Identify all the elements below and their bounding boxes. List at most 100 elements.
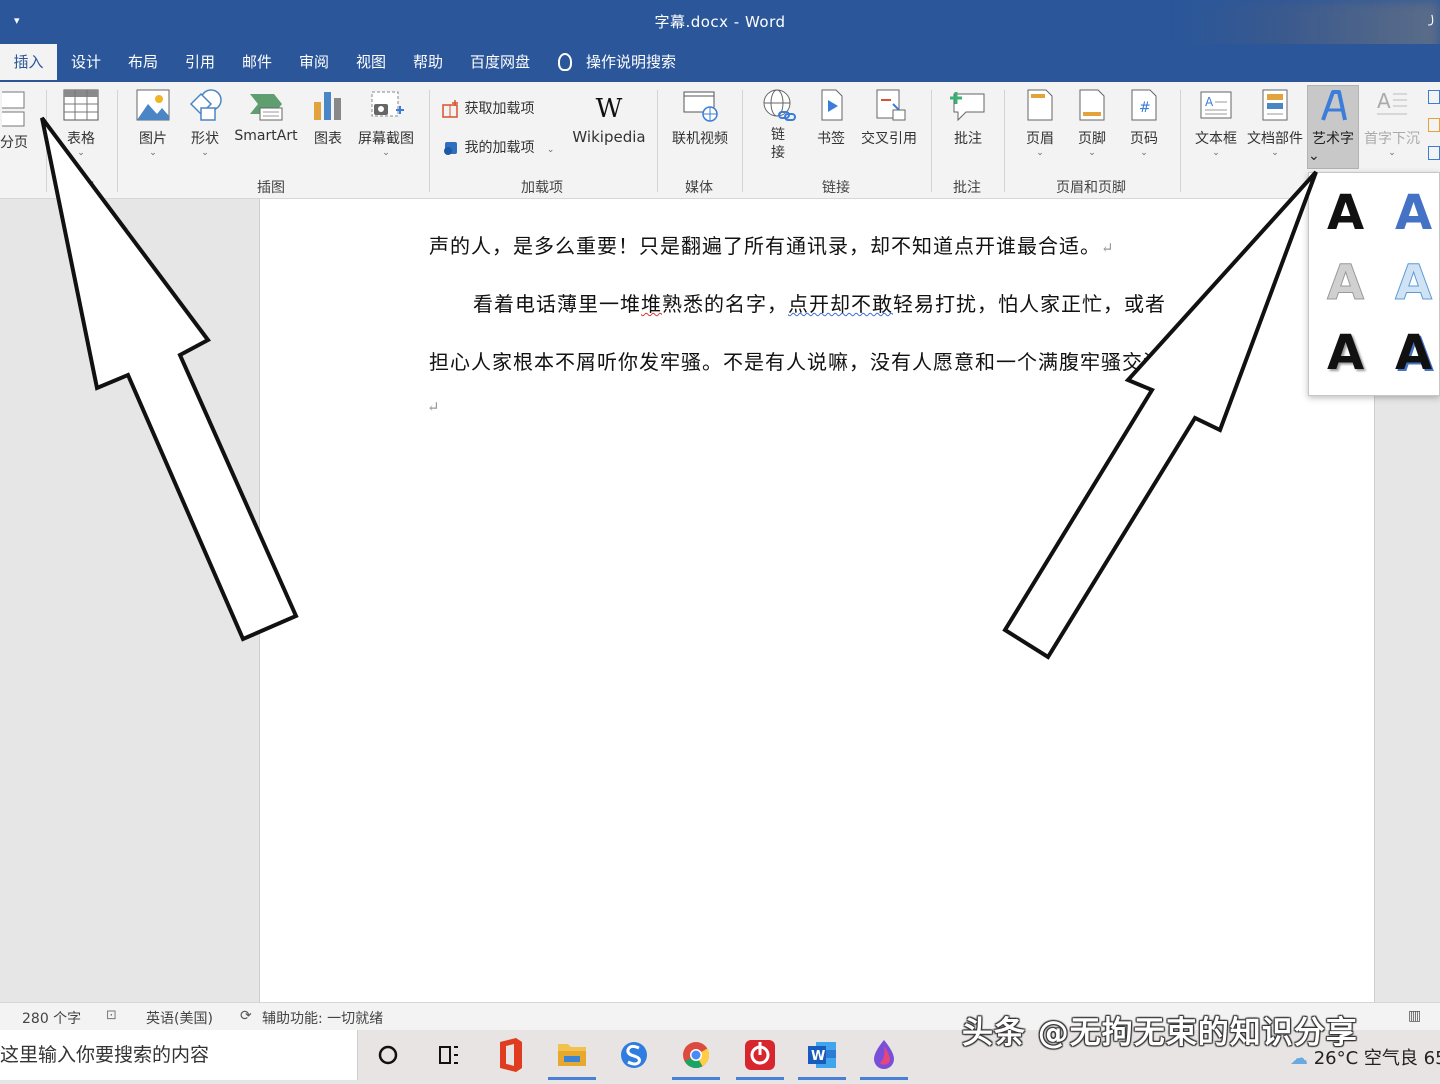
svg-text:W: W: [811, 1049, 825, 1064]
wordart-style-gray-outline[interactable]: A: [1326, 259, 1364, 308]
tab-layout[interactable]: 布局: [119, 44, 167, 82]
document-page[interactable]: 声的人，是多么重要！只是翻遍了所有通讯录，却不知道点开谁最合适。↵ 看着电话薄里…: [260, 199, 1374, 1002]
window-control-edge[interactable]: ꠸: [1430, 12, 1434, 29]
tab-view[interactable]: 视图: [347, 44, 395, 82]
doc-line-1[interactable]: 声的人，是多么重要！只是翻遍了所有通讯录，却不知道点开谁最合适。↵: [429, 230, 1115, 259]
tab-mailings[interactable]: 邮件: [233, 44, 281, 82]
wikipedia-label: Wikipedia: [572, 128, 646, 146]
wordart-style-black-shadow[interactable]: A: [1327, 329, 1364, 377]
chrome-button[interactable]: [668, 1030, 724, 1080]
doc-line-2-text-a: 看着电话薄里一堆: [473, 292, 641, 316]
header-icon: [1027, 89, 1053, 121]
tell-me-search[interactable]: 操作说明搜索: [558, 44, 676, 82]
link-globe-icon: [763, 89, 796, 121]
wordart-style-black-blue-shadow[interactable]: A: [1395, 329, 1432, 377]
word-icon: W: [808, 1042, 836, 1068]
shapes-button[interactable]: 形状 ⌄: [182, 88, 228, 158]
chart-button[interactable]: 图表: [306, 88, 350, 148]
quick-parts-button[interactable]: 文档部件 ⌄: [1244, 88, 1306, 158]
table-label: 表格: [67, 131, 95, 147]
bookmark-button[interactable]: 书签: [810, 88, 852, 148]
online-video-button[interactable]: 联机视频: [668, 88, 732, 148]
link-label-1: 链: [771, 127, 785, 143]
doc-line-2[interactable]: 看着电话薄里一堆堆熟悉的名字，点开却不敢轻易打扰，怕人家正忙，或者: [473, 288, 1166, 317]
wordart-button[interactable]: 艺术字 ⌄: [1307, 85, 1359, 169]
drop-cap-label: 首字下沉: [1364, 131, 1420, 147]
page-break-icon: [2, 91, 25, 127]
group-label-table: 表格: [67, 180, 95, 196]
quick-parts-icon: [1262, 89, 1288, 121]
cross-reference-icon: [876, 89, 906, 121]
header-button[interactable]: 页眉 ⌄: [1018, 88, 1062, 158]
screenshot-button[interactable]: 屏幕截图 ⌄: [352, 88, 420, 158]
ribbon-overflow-icons[interactable]: [1428, 90, 1440, 160]
doc-empty-paragraph[interactable]: ↵: [427, 393, 441, 417]
read-mode-icon[interactable]: ▥: [1408, 1008, 1421, 1024]
tab-insert[interactable]: 插入: [0, 44, 57, 82]
tab-help[interactable]: 帮助: [404, 44, 452, 82]
wordart-style-blue[interactable]: A: [1395, 189, 1432, 237]
word-app-button[interactable]: W: [794, 1030, 850, 1080]
doc-line-3-text: 担心人家根本不屑听你发牢骚。不是有人说嘛，没有人愿意和一个满腹牢骚交流。。: [429, 350, 1196, 374]
comment-label: 批注: [954, 131, 982, 147]
wikipedia-button[interactable]: W Wikipedia: [572, 92, 646, 146]
tab-references[interactable]: 引用: [176, 44, 224, 82]
doc-line-3[interactable]: 担心人家根本不屑听你发牢骚。不是有人说嘛，没有人愿意和一个满腹牢骚交流。。↵: [429, 346, 1211, 375]
cross-reference-label: 交叉引用: [861, 131, 917, 147]
language-indicator[interactable]: 英语(美国): [146, 1008, 213, 1028]
my-addins-button[interactable]: 我的加载项 ⌄: [442, 137, 568, 157]
grammar-flag-phrase[interactable]: 点开却不敢: [788, 292, 893, 316]
netease-music-button[interactable]: [732, 1030, 788, 1080]
proofing-icon[interactable]: ⊡: [106, 1008, 117, 1023]
textbox-button[interactable]: A 文本框 ⌄: [1190, 88, 1242, 158]
cortana-button[interactable]: [360, 1030, 416, 1080]
cross-reference-button[interactable]: 交叉引用: [856, 88, 922, 148]
taskbar-search-input[interactable]: 这里输入你要搜索的内容: [0, 1030, 358, 1080]
comment-button[interactable]: 批注: [944, 88, 992, 148]
smartart-label: SmartArt: [234, 128, 298, 144]
sogou-app-button[interactable]: [606, 1030, 662, 1080]
office-app-button[interactable]: [482, 1030, 538, 1080]
drop-cap-button[interactable]: A 首字下沉 ⌄: [1360, 88, 1424, 158]
page-break-button[interactable]: 分页: [0, 90, 28, 152]
chart-icon: [314, 92, 341, 120]
footer-button[interactable]: 页脚 ⌄: [1070, 88, 1114, 158]
taskbar-search-placeholder: 这里输入你要搜索的内容: [0, 1044, 210, 1066]
tab-review[interactable]: 审阅: [290, 44, 338, 82]
picture-label: 图片: [139, 131, 167, 147]
chart-label: 图表: [314, 131, 342, 147]
picture-icon: [136, 89, 170, 121]
link-button[interactable]: 链 接: [756, 88, 800, 162]
group-label-links: 链接: [822, 180, 850, 196]
paint-app-button[interactable]: [856, 1030, 912, 1080]
tab-design[interactable]: 设计: [62, 44, 110, 82]
quick-parts-label: 文档部件: [1247, 131, 1303, 147]
picture-button[interactable]: 图片 ⌄: [130, 88, 176, 158]
smartart-button[interactable]: SmartArt: [232, 88, 300, 144]
table-button[interactable]: 表格 ⌄: [58, 88, 104, 158]
task-view-button[interactable]: [420, 1030, 476, 1080]
paragraph-mark: ↵: [427, 398, 441, 416]
get-addins-button[interactable]: 获取加载项: [442, 98, 552, 118]
spelling-error-word[interactable]: 堆: [641, 292, 662, 316]
tab-baidu-netdisk[interactable]: 百度网盘: [461, 44, 539, 82]
file-explorer-button[interactable]: [544, 1030, 600, 1080]
wordart-style-black[interactable]: A: [1327, 189, 1364, 237]
wordart-style-light-blue[interactable]: A: [1394, 259, 1432, 308]
shapes-label: 形状: [191, 131, 219, 147]
tell-me-label: 操作说明搜索: [586, 53, 677, 71]
wordart-gallery: A A A A A A: [1308, 172, 1440, 396]
accessibility-status[interactable]: 辅助功能: 一切就绪: [262, 1008, 383, 1028]
word-count[interactable]: 280 个字: [22, 1008, 81, 1028]
paragraph-mark: ↵: [1196, 355, 1210, 373]
screenshot-label: 屏幕截图: [358, 131, 414, 147]
footer-label: 页脚: [1078, 131, 1106, 147]
bookmark-label: 书签: [817, 131, 845, 147]
cortana-circle-icon: [378, 1045, 398, 1065]
comment-icon: [950, 92, 985, 122]
page-number-button[interactable]: # 页码 ⌄: [1122, 88, 1166, 158]
svg-text:#: #: [1139, 100, 1151, 116]
group-label-illustrations: 插图: [257, 180, 285, 196]
paragraph-mark: ↵: [1101, 239, 1115, 257]
doc-line-2-text-e: 轻易打扰，怕人家正忙，或者: [893, 292, 1166, 316]
